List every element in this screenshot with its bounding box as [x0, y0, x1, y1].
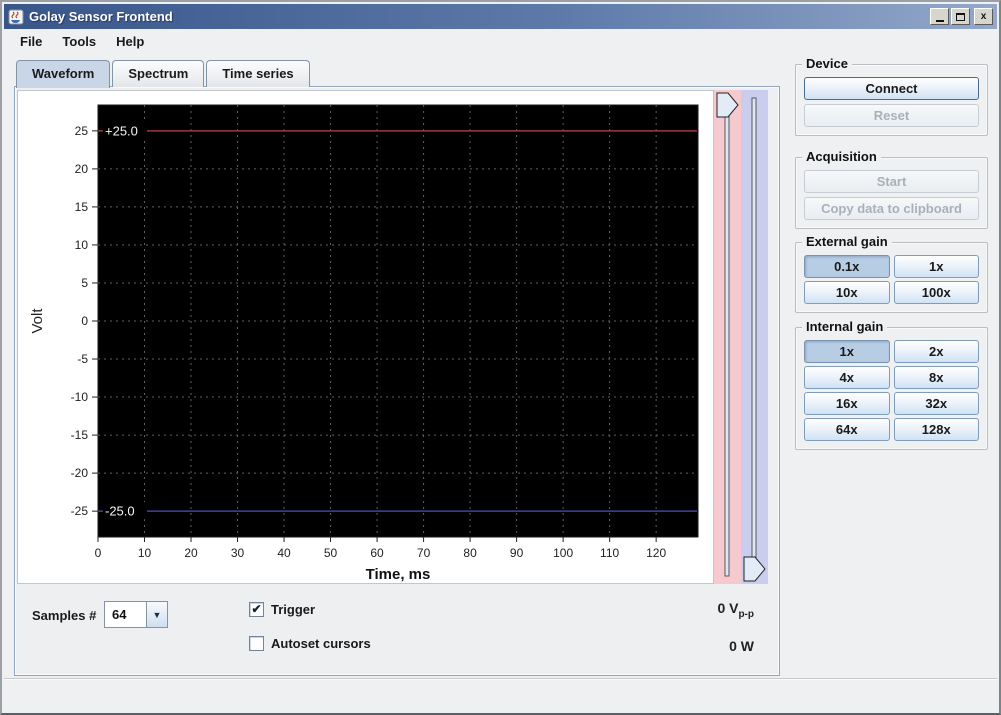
internal-gain-4x-button[interactable]: 4x: [804, 366, 890, 389]
svg-text:25: 25: [75, 124, 89, 138]
external-gain-1x-button[interactable]: 1x: [894, 255, 980, 278]
minimize-icon: [936, 20, 944, 22]
svg-text:-25: -25: [71, 504, 89, 518]
lower-cursor-slider[interactable]: [741, 90, 768, 584]
device-group-title: Device: [802, 56, 852, 71]
internal-gain-2x-button[interactable]: 2x: [894, 340, 980, 363]
external-gain-0.1x-button[interactable]: 0.1x: [804, 255, 890, 278]
svg-text:40: 40: [277, 546, 291, 560]
svg-text:100: 100: [553, 546, 573, 560]
svg-text:0: 0: [81, 314, 88, 328]
samples-combobox[interactable]: 64 ▼: [104, 601, 168, 628]
check-icon: ✔: [251, 602, 261, 616]
svg-text:-5: -5: [77, 352, 88, 366]
vpp-readout: 0 Vp-p: [717, 600, 754, 620]
acquisition-group-title: Acquisition: [802, 149, 881, 164]
autoset-cursors-label: Autoset cursors: [271, 636, 371, 651]
upper-slider-thumb: [717, 93, 738, 117]
svg-text:-20: -20: [71, 466, 89, 480]
svg-text:15: 15: [75, 200, 89, 214]
svg-text:50: 50: [324, 546, 338, 560]
trigger-label: Trigger: [271, 602, 315, 617]
svg-text:5: 5: [81, 276, 88, 290]
svg-text:60: 60: [370, 546, 384, 560]
copy-data-button[interactable]: Copy data to clipboard: [804, 197, 979, 220]
internal-gain-group: Internal gain 1x 2x 4x 8x 16x 32x 64x 12…: [795, 327, 988, 450]
svg-text:20: 20: [75, 162, 89, 176]
maximize-button[interactable]: [951, 8, 970, 25]
internal-gain-32x-button[interactable]: 32x: [894, 392, 980, 415]
svg-text:Time, ms: Time, ms: [366, 566, 431, 583]
checkbox-box: ✔: [249, 636, 264, 651]
menu-file[interactable]: File: [10, 31, 52, 52]
svg-text:70: 70: [417, 546, 431, 560]
close-icon: x: [981, 11, 987, 22]
acquisition-group: Acquisition Start Copy data to clipboard: [795, 157, 988, 229]
external-gain-group-title: External gain: [802, 234, 892, 249]
vpp-subscript: p-p: [738, 609, 754, 620]
power-readout: 0 W: [729, 638, 754, 654]
svg-text:-25.0: -25.0: [105, 504, 135, 519]
minimize-button[interactable]: [930, 8, 949, 25]
internal-gain-16x-button[interactable]: 16x: [804, 392, 890, 415]
trigger-checkbox[interactable]: ✔ Trigger: [249, 602, 315, 617]
status-bar: [4, 678, 997, 711]
autoset-cursors-checkbox[interactable]: ✔ Autoset cursors: [249, 636, 371, 651]
chevron-down-icon: ▼: [153, 610, 162, 620]
internal-gain-64x-button[interactable]: 64x: [804, 418, 890, 441]
window-title: Golay Sensor Frontend: [29, 9, 928, 24]
samples-label: Samples #: [32, 608, 96, 623]
external-gain-100x-button[interactable]: 100x: [894, 281, 980, 304]
tab-time-series[interactable]: Time series: [206, 60, 309, 87]
menu-tools[interactable]: Tools: [52, 31, 106, 52]
internal-gain-128x-button[interactable]: 128x: [894, 418, 980, 441]
svg-text:-15: -15: [71, 428, 89, 442]
svg-text:Volt: Volt: [29, 308, 46, 334]
upper-cursor-slider[interactable]: [714, 90, 741, 584]
menu-help[interactable]: Help: [106, 31, 154, 52]
close-button[interactable]: x: [974, 8, 993, 25]
internal-gain-8x-button[interactable]: 8x: [894, 366, 980, 389]
svg-text:10: 10: [75, 238, 89, 252]
java-app-icon: [8, 9, 24, 25]
title-bar: Golay Sensor Frontend x: [4, 4, 997, 29]
external-gain-group: External gain 0.1x 1x 10x 100x: [795, 242, 988, 313]
internal-gain-1x-button[interactable]: 1x: [804, 340, 890, 363]
tab-waveform[interactable]: Waveform: [16, 60, 110, 88]
svg-text:90: 90: [510, 546, 524, 560]
connect-button[interactable]: Connect: [804, 77, 979, 100]
checkbox-box: ✔: [249, 602, 264, 617]
svg-text:0: 0: [95, 546, 102, 560]
svg-text:-10: -10: [71, 390, 89, 404]
combo-dropdown-button[interactable]: ▼: [146, 602, 167, 627]
svg-text:120: 120: [646, 546, 666, 560]
app-window: Golay Sensor Frontend x File Tools Help …: [0, 0, 1001, 715]
internal-gain-group-title: Internal gain: [802, 319, 887, 334]
lower-slider-thumb: [744, 557, 765, 581]
tab-spectrum[interactable]: Spectrum: [112, 60, 204, 87]
external-gain-10x-button[interactable]: 10x: [804, 281, 890, 304]
device-group: Device Connect Reset: [795, 64, 988, 136]
svg-text:80: 80: [463, 546, 477, 560]
tab-strip: Waveform Spectrum Time series: [16, 60, 312, 88]
svg-text:+25.0: +25.0: [105, 123, 138, 138]
svg-text:110: 110: [600, 546, 619, 560]
waveform-chart[interactable]: 0102030405060708090100110120-25-20-15-10…: [17, 90, 714, 584]
svg-text:20: 20: [184, 546, 198, 560]
start-button[interactable]: Start: [804, 170, 979, 193]
svg-text:30: 30: [231, 546, 245, 560]
menu-bar: File Tools Help: [4, 29, 997, 54]
samples-value: 64: [105, 602, 146, 627]
maximize-icon: [956, 13, 965, 21]
chart-plot-area[interactable]: 0102030405060708090100110120-25-20-15-10…: [18, 91, 715, 585]
reset-button[interactable]: Reset: [804, 104, 979, 127]
svg-text:10: 10: [138, 546, 152, 560]
